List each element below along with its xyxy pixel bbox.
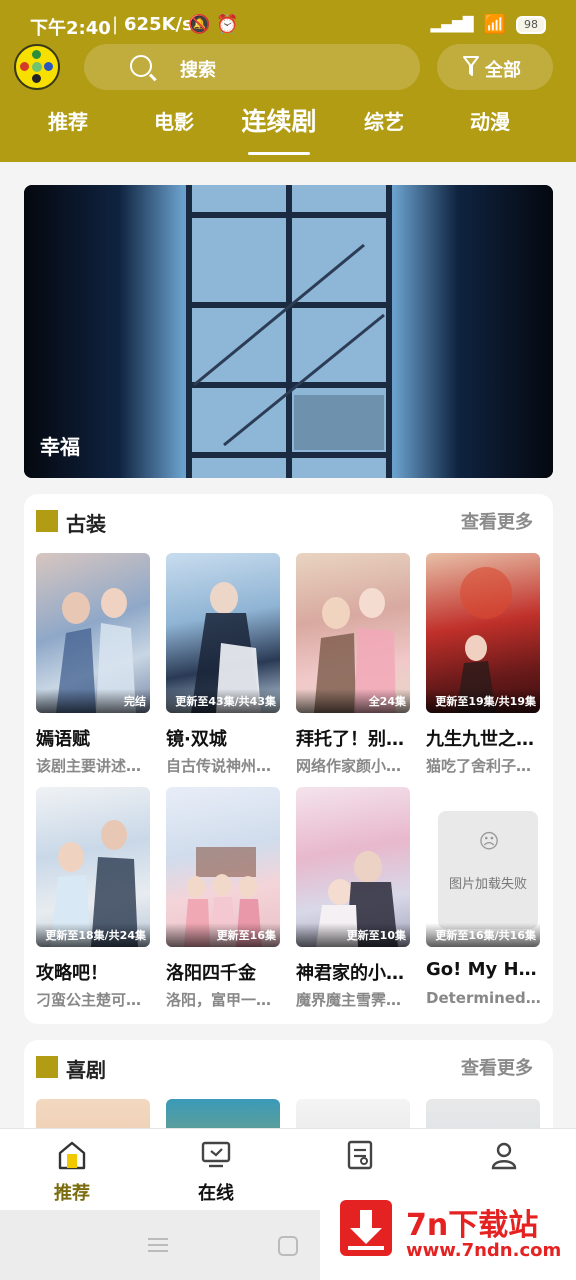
logo-dot-top bbox=[32, 50, 41, 59]
list-icon bbox=[347, 1140, 373, 1170]
section-title: 喜剧 bbox=[66, 1058, 106, 1082]
drama-title: 洛阳四千金 bbox=[166, 963, 256, 984]
episode-badge: 更新至18集/共24集 bbox=[36, 923, 150, 947]
logo-dot-bottom bbox=[32, 74, 41, 83]
home-icon bbox=[58, 1141, 86, 1170]
status-icons: 🔕⏰ bbox=[188, 14, 245, 35]
nav-list[interactable] bbox=[310, 1139, 410, 1179]
drama-title: 嫣语赋 bbox=[36, 729, 90, 750]
drama-title: 攻略吧！ bbox=[36, 963, 108, 984]
search-label: 搜索 bbox=[180, 60, 216, 81]
tab-recommend[interactable]: 推荐 bbox=[18, 106, 118, 135]
drama-description: 刁蛮公主楚可可… bbox=[36, 991, 154, 1009]
active-tab-indicator bbox=[248, 152, 310, 155]
nav-label: 推荐 bbox=[54, 1183, 90, 1204]
episode-badge: 更新至43集/共43集 bbox=[166, 689, 280, 713]
search-bar[interactable]: 搜索 bbox=[84, 44, 420, 90]
nav-online[interactable]: 在线 bbox=[166, 1139, 266, 1205]
watermark: 7n下载站 www.7ndn.com bbox=[320, 1180, 576, 1280]
status-right: ▂▄▆█ 📶 98 bbox=[430, 14, 546, 35]
tab-variety[interactable]: 综艺 bbox=[334, 106, 434, 135]
search-icon bbox=[130, 55, 152, 77]
wifi-icon: 📶 bbox=[483, 14, 506, 35]
app-logo[interactable] bbox=[14, 44, 60, 90]
section-marker bbox=[36, 1056, 58, 1078]
sad-face-icon: ☹ bbox=[478, 829, 500, 853]
section-title: 古装 bbox=[66, 512, 106, 536]
category-tabs: 推荐 电影 连续剧 综艺 动漫 bbox=[0, 100, 576, 162]
drama-title: 镜·双城 bbox=[166, 729, 227, 750]
logo-dot-center bbox=[32, 62, 42, 72]
menu-icon[interactable] bbox=[148, 1238, 168, 1252]
tab-series[interactable]: 连续剧 bbox=[229, 102, 329, 138]
episode-badge: 更新至19集/共19集 bbox=[426, 689, 540, 713]
tab-movie[interactable]: 电影 bbox=[124, 106, 224, 135]
poster-image: ☹ 图片加载失败 更新至16集/共16集 bbox=[426, 787, 540, 947]
banner-image bbox=[24, 185, 553, 478]
hd-signal-icon: ▂▄▆█ bbox=[430, 16, 474, 33]
download-icon bbox=[340, 1200, 392, 1256]
drama-title: 神君家的小狐狸 bbox=[296, 963, 414, 984]
drama-title: 拜托了！别宠我 bbox=[296, 729, 414, 750]
section-header: 古装 查看更多 bbox=[36, 508, 541, 536]
poster-image: 更新至18集/共24集 bbox=[36, 787, 150, 947]
drama-title: 九生九世之落魄 bbox=[426, 729, 544, 750]
nav-recommend[interactable]: 推荐 bbox=[22, 1139, 122, 1205]
poster-image: 全24集 bbox=[296, 553, 410, 713]
nav-label: 在线 bbox=[198, 1183, 234, 1204]
watermark-title: 7n下载站 bbox=[406, 1208, 539, 1243]
view-more-link[interactable]: 查看更多 bbox=[461, 508, 533, 534]
home-button-icon[interactable] bbox=[278, 1236, 298, 1256]
episode-badge: 更新至16集 bbox=[166, 923, 280, 947]
filter-icon bbox=[463, 56, 479, 76]
status-separator: | bbox=[112, 14, 119, 35]
poster-image: 更新至10集 bbox=[296, 787, 410, 947]
nav-profile[interactable] bbox=[454, 1139, 554, 1179]
drama-description: 猫吃了舍利子，… bbox=[426, 757, 544, 775]
tv-icon bbox=[201, 1141, 231, 1168]
image-failed-text: 图片加载失败 bbox=[448, 877, 527, 892]
logo-dot-left bbox=[20, 62, 29, 71]
status-time: 下午2:40 bbox=[30, 18, 111, 39]
view-more-link[interactable]: 查看更多 bbox=[461, 1054, 533, 1080]
section-marker bbox=[36, 510, 58, 532]
poster-image: 更新至16集 bbox=[166, 787, 280, 947]
drama-description: 自古传说神州大… bbox=[166, 757, 284, 775]
drama-description: Determined to… bbox=[426, 989, 544, 1007]
banner-carousel[interactable]: 幸福 bbox=[24, 185, 553, 478]
drama-description: 该剧主要讲述了… bbox=[36, 757, 154, 775]
drama-title: Go! My Heart bbox=[426, 959, 544, 980]
image-failed-placeholder: ☹ 图片加载失败 bbox=[438, 811, 538, 929]
episode-badge: 更新至16集/共16集 bbox=[426, 923, 540, 947]
logo-dot-right bbox=[44, 62, 53, 71]
episode-badge: 完结 bbox=[36, 689, 150, 713]
filter-button[interactable]: 全部 bbox=[437, 44, 553, 90]
poster-image: 完结 bbox=[36, 553, 150, 713]
battery-icon: 98 bbox=[516, 15, 546, 34]
episode-badge: 更新至10集 bbox=[296, 923, 410, 947]
episode-badge: 全24集 bbox=[296, 689, 410, 713]
drama-description: 网络作家颜小朵… bbox=[296, 757, 414, 775]
status-speed: 625K/s bbox=[124, 14, 193, 35]
section-costume: 古装 查看更多 完结 嫣语赋 该剧主要讲述了… 更新至43集/共43集 镜·双城… bbox=[24, 494, 553, 1024]
drama-description: 洛阳，富甲一方… bbox=[166, 991, 284, 1009]
alarm-icon: ⏰ bbox=[216, 14, 245, 35]
status-bar: 下午2:40 | 625K/s 🔕⏰ ▂▄▆█ 📶 98 bbox=[0, 0, 576, 48]
user-icon bbox=[491, 1142, 517, 1170]
drama-description: 魔界魔主雪霁… bbox=[296, 991, 402, 1009]
poster-image: 更新至19集/共19集 bbox=[426, 553, 540, 713]
poster-image: 更新至43集/共43集 bbox=[166, 553, 280, 713]
section-header: 喜剧 查看更多 bbox=[36, 1054, 541, 1082]
mute-icon: 🔕 bbox=[188, 14, 217, 35]
watermark-url: www.7ndn.com bbox=[406, 1240, 562, 1261]
filter-label: 全部 bbox=[485, 60, 521, 81]
banner-title: 幸福 bbox=[40, 435, 80, 459]
tab-anime[interactable]: 动漫 bbox=[440, 106, 540, 135]
app-header: 下午2:40 | 625K/s 🔕⏰ ▂▄▆█ 📶 98 搜索 全部 推荐 电影… bbox=[0, 0, 576, 162]
